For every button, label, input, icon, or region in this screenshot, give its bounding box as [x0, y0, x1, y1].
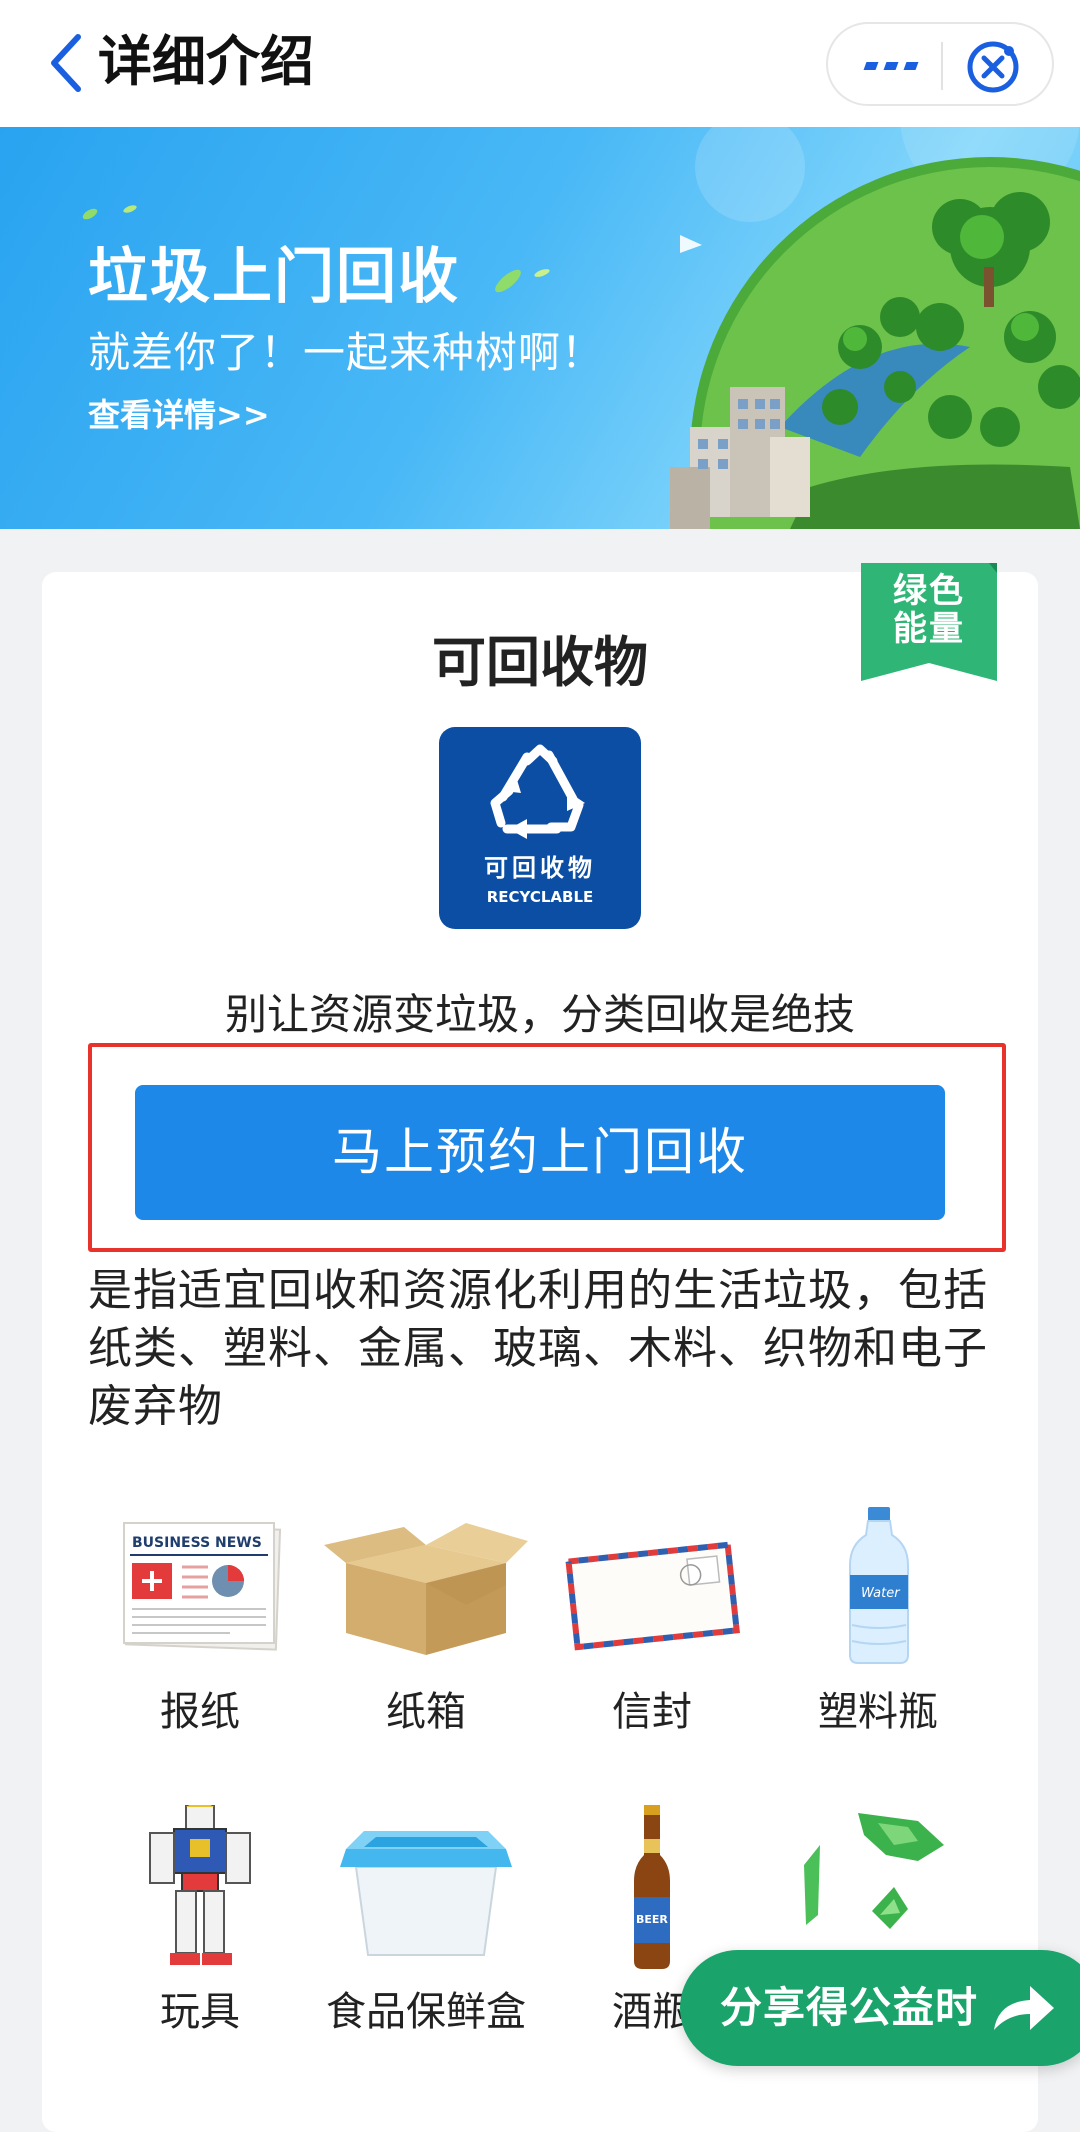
mini-program-capsule [826, 22, 1054, 106]
cardboard-box-icon [324, 1523, 528, 1655]
recyclable-symbol: 可回收物 RECYCLABLE [439, 727, 641, 929]
recycle-label-cn: 可回收物 [484, 854, 596, 882]
slogan: 别让资源变垃圾，分类回收是绝技 [224, 990, 855, 1039]
banner-details-link[interactable]: 查看详情>> [88, 393, 270, 437]
item-label: 报纸 [160, 1689, 240, 1735]
share-label: 分享得公益时 [720, 1983, 979, 2032]
top-nav-bar: 详细介绍 [0, 0, 1080, 127]
leaf-icon [495, 269, 550, 293]
item-label: 纸箱 [386, 1689, 466, 1735]
newspaper-icon: BUSINESS NEWS [123, 1522, 282, 1651]
chevron-left-icon [51, 34, 81, 92]
back-button[interactable] [40, 30, 90, 96]
item-label: 塑料瓶 [818, 1689, 938, 1735]
banner-subtitle: 就差你了！一起来种树啊！ [88, 328, 605, 377]
share-for-charity-button[interactable]: 分享得公益时 [680, 1950, 1080, 2066]
recycle-label-en: RECYCLABLE [486, 888, 594, 906]
svg-text:BEER: BEER [636, 1913, 668, 1926]
svg-text:Water: Water [861, 1586, 901, 1601]
more-button[interactable] [856, 46, 926, 86]
banner-title: 垃圾上门回收 [88, 242, 460, 312]
close-mini-program-icon [967, 41, 1019, 93]
category-title: 可回收物 [432, 631, 648, 694]
category-description: 是指适宜回收和资源化利用的生活垃圾，包括纸类、塑料、金属、玻璃、木料、织物和电子… [88, 1265, 988, 1432]
plastic-bottle-icon: Water [849, 1507, 909, 1664]
share-arrow-icon [994, 1986, 1054, 2030]
leaf-icon [82, 205, 137, 220]
green-planet-illustration [670, 127, 1080, 529]
book-pickup-button[interactable]: 马上预约上门回收 [135, 1085, 945, 1220]
item-label: 玩具 [160, 1989, 240, 2035]
item-label: 信封 [612, 1689, 692, 1735]
item-label: 食品保鲜盒 [326, 1989, 526, 2035]
close-mini-program-button[interactable] [964, 38, 1022, 96]
page-title: 详细介绍 [98, 30, 314, 93]
promo-banner[interactable]: 垃圾上门回收 就差你了！一起来种树啊！ 查看详情>> [0, 127, 1080, 529]
svg-text:BUSINESS NEWS: BUSINESS NEWS [132, 1535, 262, 1551]
toy-robot-icon [149, 1805, 251, 1965]
food-container-icon [340, 1831, 512, 1956]
capsule-divider [941, 42, 943, 90]
more-dots-icon [863, 62, 879, 70]
envelope-icon [565, 1541, 740, 1651]
recycle-icon [490, 744, 585, 839]
